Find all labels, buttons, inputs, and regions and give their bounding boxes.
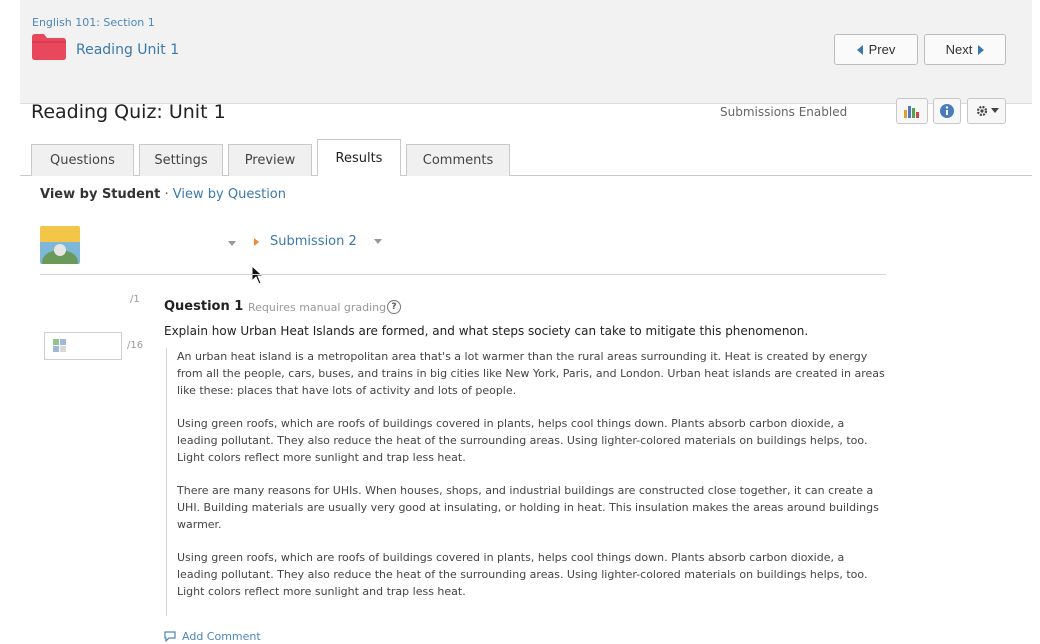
view-by-student: View by Student — [40, 187, 161, 202]
view-by-toggle: View by Student · View by Question — [40, 187, 286, 202]
grid-icon — [53, 339, 66, 352]
student-dropdown-caret-icon[interactable] — [228, 241, 236, 246]
section-divider — [40, 274, 886, 275]
submissions-status: Submissions Enabled — [720, 105, 848, 119]
next-label: Next — [945, 42, 973, 57]
settings-menu-button[interactable] — [967, 98, 1006, 124]
help-icon[interactable]: ? — [387, 300, 401, 314]
student-answer: An urban heat island is a metropolitan a… — [166, 348, 888, 616]
question-title: Question 1 — [164, 299, 243, 314]
grade-input[interactable] — [44, 332, 122, 360]
info-button[interactable] — [933, 98, 961, 124]
manual-grading-note: Requires manual grading — [248, 301, 387, 314]
tab-questions[interactable]: Questions — [31, 144, 134, 176]
grade-max: /16 — [127, 340, 144, 351]
info-icon — [940, 104, 954, 118]
tab-comments[interactable]: Comments — [406, 144, 510, 176]
results-chart-button[interactable] — [896, 98, 928, 124]
caret-down-icon — [990, 108, 999, 113]
next-button[interactable]: Next — [924, 34, 1006, 65]
answer-paragraph: An urban heat island is a metropolitan a… — [177, 350, 885, 397]
answer-paragraph: Using green roofs, which are roofs of bu… — [177, 551, 868, 598]
chevron-left-icon — [856, 44, 863, 55]
add-comment-link[interactable]: Add Comment — [164, 630, 261, 643]
submission-selector[interactable]: Submission 2 — [270, 234, 357, 249]
comment-icon — [164, 631, 176, 642]
unit-title[interactable]: Reading Unit 1 — [76, 42, 179, 58]
gear-icon — [976, 105, 987, 117]
view-by-question-link[interactable]: View by Question — [173, 187, 286, 202]
tab-preview[interactable]: Preview — [228, 144, 312, 176]
answer-paragraph: Using green roofs, which are roofs of bu… — [177, 417, 868, 464]
folder-icon — [32, 34, 66, 60]
answer-paragraph: There are many reasons for UHIs. When ho… — [177, 484, 879, 531]
prev-button[interactable]: Prev — [834, 34, 918, 65]
avatar — [40, 226, 80, 264]
question-prompt: Explain how Urban Heat Islands are forme… — [164, 324, 809, 338]
bar-chart-icon — [904, 106, 919, 118]
question-points-max: /1 — [130, 294, 140, 305]
tab-settings[interactable]: Settings — [139, 144, 223, 176]
breadcrumb[interactable]: English 101: Section 1 — [32, 16, 155, 29]
tab-results[interactable]: Results — [317, 139, 401, 176]
prev-label: Prev — [868, 42, 896, 57]
page-title: Reading Quiz: Unit 1 — [31, 101, 226, 123]
view-by-separator: · — [164, 187, 169, 202]
submission-dropdown-caret-icon[interactable] — [374, 239, 382, 244]
question-number: Question 1 — [164, 299, 244, 314]
add-comment-label: Add Comment — [182, 630, 261, 643]
mouse-cursor-icon — [251, 265, 265, 285]
chevron-right-icon — [978, 44, 985, 55]
submission-marker-icon — [254, 238, 259, 246]
